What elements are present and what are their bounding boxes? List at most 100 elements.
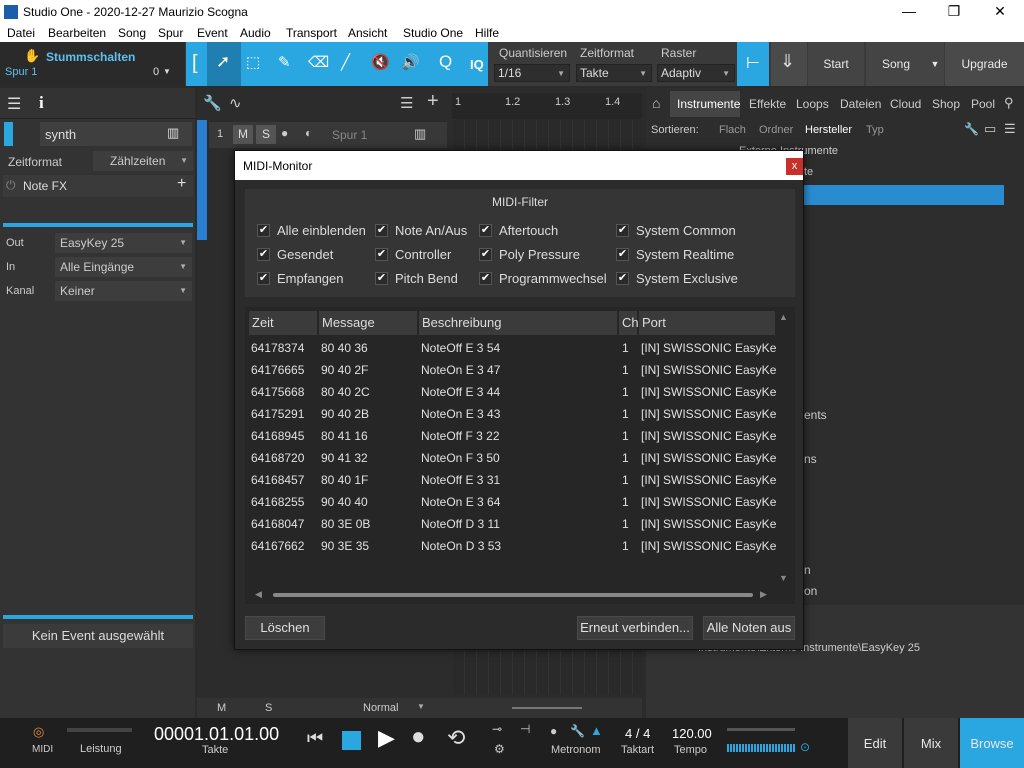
record-button-icon[interactable]: ● xyxy=(411,723,426,751)
checkbox[interactable]: ✔ xyxy=(616,248,629,261)
browse-button[interactable]: Browse xyxy=(960,718,1024,768)
menu-transport[interactable]: Transport xyxy=(286,26,337,40)
search-icon[interactable]: ⚲ xyxy=(1004,95,1014,111)
tab-loops[interactable]: Loops xyxy=(796,97,829,111)
scroll-up-icon[interactable]: ▲ xyxy=(779,312,788,322)
scroll-left-icon[interactable]: ◀ xyxy=(255,589,262,600)
menu-audio[interactable]: Audio xyxy=(240,26,271,40)
sort-ordner[interactable]: Ordner xyxy=(759,124,793,136)
arrange-button[interactable]: ⇓ xyxy=(771,42,807,86)
toggle-icon[interactable]: ⊙ xyxy=(800,740,810,754)
paint-icon[interactable]: ╱ xyxy=(341,53,350,71)
chevron-down-icon[interactable]: ▼ xyxy=(163,67,171,76)
add-track-icon[interactable]: + xyxy=(427,90,439,113)
filter-controller[interactable]: ✔ Controller xyxy=(375,247,451,262)
sort-hersteller[interactable]: Hersteller xyxy=(805,124,852,136)
footer-s[interactable]: S xyxy=(265,702,272,714)
filter-empfangen[interactable]: ✔ Empfangen xyxy=(257,271,344,286)
power-icon[interactable]: ⏻ xyxy=(6,178,16,193)
scroll-right-icon[interactable]: ▶ xyxy=(760,589,767,600)
zoom-slider[interactable] xyxy=(512,707,582,709)
filter-system-exclusive[interactable]: ✔ System Exclusive xyxy=(616,271,738,286)
song-button[interactable]: Song xyxy=(866,42,926,86)
checkbox[interactable]: ✔ xyxy=(616,224,629,237)
bracket-icon[interactable]: [ xyxy=(192,52,198,75)
precount-icon[interactable]: ⊸ xyxy=(492,722,502,736)
instrument-field[interactable]: synth ▥ xyxy=(40,122,192,146)
checkbox[interactable]: ✔ xyxy=(375,224,388,237)
eraser-icon[interactable]: ⌫ xyxy=(308,53,329,71)
filter-aftertouch[interactable]: ✔ Aftertouch xyxy=(479,223,558,238)
close-button[interactable]: ✕ xyxy=(977,0,1023,24)
filter-note-an-aus[interactable]: ✔ Note An/Aus xyxy=(375,223,467,238)
checkbox[interactable]: ✔ xyxy=(375,272,388,285)
timeformat-select[interactable]: Takte xyxy=(576,64,652,82)
mute-label[interactable]: Stummschalten xyxy=(46,50,135,64)
snap-button[interactable]: ⊢ xyxy=(737,42,769,86)
channel-select[interactable]: Keiner xyxy=(55,281,192,301)
grid-select[interactable]: Adaptiv xyxy=(657,64,735,82)
solo-button[interactable]: S xyxy=(256,125,276,144)
table-row[interactable]: 64175668 80 40 2C NoteOff E 3 44 1 [IN] SWIS… xyxy=(249,381,779,403)
tab-pool[interactable]: Pool xyxy=(971,97,995,111)
menu-song[interactable]: Song xyxy=(118,26,146,40)
tools-icon[interactable]: 🔧 xyxy=(964,122,979,136)
metronome-icon[interactable]: ▲ xyxy=(590,723,603,738)
zoom-icon[interactable]: Q xyxy=(439,52,452,72)
sort-flach[interactable]: Flach xyxy=(719,124,746,136)
list-icon[interactable]: ☰ xyxy=(400,94,413,112)
filter-poly-pressure[interactable]: ✔ Poly Pressure xyxy=(479,247,580,262)
clear-button[interactable]: Löschen xyxy=(245,616,325,640)
checkbox[interactable]: ✔ xyxy=(375,248,388,261)
table-row[interactable]: 64168047 80 3E 0B NoteOff D 3 11 1 [IN] SWIS… xyxy=(249,513,779,535)
horizontal-scrollbar[interactable] xyxy=(273,593,753,597)
table-row[interactable]: 64168255 90 40 40 NoteOn E 3 64 1 [IN] SWISS… xyxy=(249,491,779,513)
table-row[interactable]: 64167662 90 3E 35 NoteOn D 3 53 1 [IN] SWISS… xyxy=(249,535,779,557)
rewind-icon[interactable]: ⏮ xyxy=(307,728,323,749)
add-icon[interactable]: + xyxy=(177,175,186,193)
automation-icon[interactable]: ∿ xyxy=(229,94,242,112)
settings-icon[interactable]: ⚙ xyxy=(494,742,505,756)
table-row[interactable]: 64176665 90 40 2F NoteOn E 3 47 1 [IN] SWISS… xyxy=(249,359,779,381)
stop-button[interactable] xyxy=(342,731,361,750)
table-row[interactable]: 64168457 80 40 1F NoteOff E 3 31 1 [IN] SWIS… xyxy=(249,469,779,491)
sort-typ[interactable]: Typ xyxy=(866,124,884,136)
checkbox[interactable]: ✔ xyxy=(479,272,492,285)
tab-shop[interactable]: Shop xyxy=(932,97,960,111)
checkbox[interactable]: ✔ xyxy=(257,224,270,237)
checkbox[interactable]: ✔ xyxy=(616,272,629,285)
edit-button[interactable]: Edit xyxy=(848,718,902,768)
col-ch[interactable]: Ch xyxy=(619,311,639,335)
reconnect-button[interactable]: Erneut verbinden... xyxy=(577,616,693,640)
menu-spur[interactable]: Spur xyxy=(158,26,183,40)
tab-cloud[interactable]: Cloud xyxy=(890,97,921,111)
col-port[interactable]: Port xyxy=(639,311,775,335)
pencil-icon[interactable]: ✎ xyxy=(278,53,291,71)
filter-programmwechsel[interactable]: ✔ Programmwechsel xyxy=(479,271,607,286)
in-select[interactable]: Alle Eingänge xyxy=(55,257,192,277)
menu-datei[interactable]: Datei xyxy=(7,26,35,40)
all-notes-off-button[interactable]: Alle Noten aus xyxy=(703,616,795,640)
wrench-icon[interactable]: 🔧 xyxy=(203,94,222,112)
quantize-select[interactable]: 1/16 xyxy=(494,64,570,82)
track-name[interactable]: Spur 1 xyxy=(332,128,367,142)
timeformat-left-select[interactable]: Zählzeiten xyxy=(93,151,193,171)
scroll-down-icon[interactable]: ▼ xyxy=(779,573,788,583)
speaker-icon[interactable]: 🔊 xyxy=(401,53,420,71)
notefx-row[interactable]: ⏻ Note FX + xyxy=(3,175,193,197)
signature-display[interactable]: 4 / 4 xyxy=(625,726,650,741)
iq-button[interactable]: IQ xyxy=(470,57,484,72)
col-message[interactable]: Message xyxy=(319,311,417,335)
table-row[interactable]: 64168945 80 41 16 NoteOff F 3 22 1 [IN] SWIS… xyxy=(249,425,779,447)
minimize-button[interactable]: — xyxy=(886,0,932,24)
filter-alle-einblenden[interactable]: ✔ Alle einblenden xyxy=(257,223,366,238)
track-header[interactable]: 1 M S ● ◐ Spur 1 ▥ xyxy=(209,122,447,148)
ruler[interactable]: 1 1.2 1.3 1.4 xyxy=(452,93,642,119)
record-icon[interactable]: ● xyxy=(281,126,288,140)
mute-button[interactable]: M xyxy=(233,125,253,144)
menu-hilfe[interactable]: Hilfe xyxy=(475,26,499,40)
start-button[interactable]: Start xyxy=(808,42,864,86)
checkbox[interactable]: ✔ xyxy=(479,248,492,261)
filter-gesendet[interactable]: ✔ Gesendet xyxy=(257,247,333,262)
keyboard-icon[interactable]: ▥ xyxy=(167,125,179,141)
